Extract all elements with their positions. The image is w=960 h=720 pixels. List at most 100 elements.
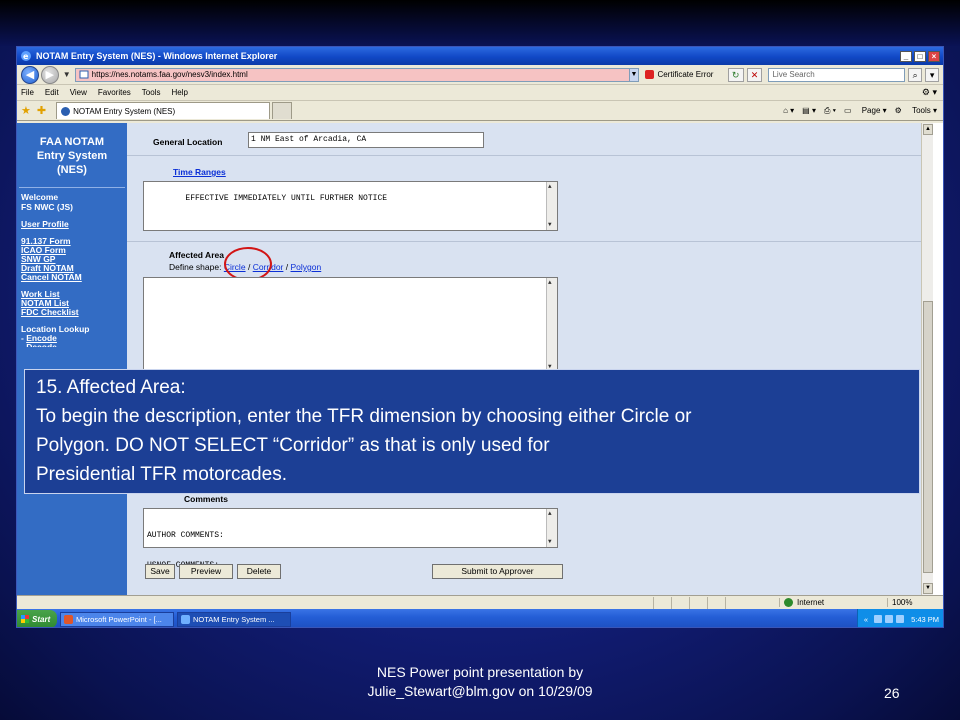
toolbar-extra-icon[interactable]: ⚙ ▾ <box>922 87 937 98</box>
security-zone: Internet <box>779 598 887 607</box>
search-icon[interactable]: ⌕ <box>908 67 923 82</box>
tray-icon[interactable] <box>896 615 905 623</box>
stop-icon[interactable]: ✕ <box>746 67 763 82</box>
general-location-label: General Location <box>153 137 223 147</box>
forward-button[interactable]: ▶ <box>40 65 59 84</box>
windows-flag-icon <box>21 615 29 623</box>
certificate-error-label: Certificate Error <box>657 70 714 79</box>
menu-view[interactable]: View <box>70 88 87 97</box>
sidebar-item-cancel-notam[interactable]: Cancel NOTAM <box>21 273 127 282</box>
page-menu-label: Page <box>861 106 881 115</box>
scroll-down-icon[interactable]: ▼ <box>923 583 933 594</box>
profile-group: User Profile <box>17 220 127 229</box>
shape-polygon-link[interactable]: Polygon <box>291 262 322 272</box>
footer-line-1: NES Power point presentation by <box>376 664 584 680</box>
close-button[interactable]: × <box>928 50 940 62</box>
tab-label: NOTAM Entry System (NES) <box>73 106 176 116</box>
textarea-scrollbar[interactable] <box>546 182 557 230</box>
brand-line-2: Entry System <box>36 150 108 162</box>
powerpoint-icon <box>64 614 73 624</box>
affected-area-textarea[interactable] <box>143 277 558 373</box>
feeds-icon[interactable]: ▤ ▾ <box>802 106 816 115</box>
system-tray: « 5:43 PM <box>856 609 943 627</box>
tray-icon[interactable] <box>874 615 883 623</box>
scroll-up-icon[interactable]: ▲ <box>923 124 933 135</box>
callout-line-2: To begin the description, enter the TFR … <box>36 406 692 427</box>
general-location-input[interactable]: 1 NM East of Arcadia, CA <box>248 132 484 148</box>
search-options-icon[interactable]: ▾ <box>925 67 940 82</box>
url-input[interactable]: https://nes.notams.faa.gov/nesv3/index.h… <box>74 67 630 82</box>
time-ranges-textarea[interactable]: EFFECTIVE IMMEDIATELY UNTIL FURTHER NOTI… <box>143 181 558 231</box>
sidebar-item-user-profile[interactable]: User Profile <box>21 220 127 229</box>
menu-help[interactable]: Help <box>171 88 187 97</box>
zoom-label: 100% <box>892 598 913 607</box>
back-button[interactable]: ◀ <box>21 65 39 84</box>
taskbar-item-nes[interactable]: NOTAM Entry System ... <box>177 611 291 627</box>
search-input[interactable]: Live Search <box>768 67 906 82</box>
url-dropdown-icon[interactable]: ▼ <box>629 67 640 82</box>
home-icon[interactable]: ⌂ ▾ <box>783 106 794 115</box>
menu-favorites[interactable]: Favorites <box>98 88 131 97</box>
minimize-button[interactable]: _ <box>900 50 912 62</box>
status-cell <box>653 596 671 609</box>
user-name: FS NWC (JS) <box>21 202 73 212</box>
status-cell <box>725 596 743 609</box>
menu-file[interactable]: File <box>21 88 34 97</box>
preview-button[interactable]: Preview <box>179 564 233 579</box>
tray-expand-icon[interactable]: « <box>864 615 868 624</box>
start-label: Start <box>32 614 51 624</box>
tools-menu-label: Tools <box>912 106 931 115</box>
lists-group: Work List NOTAM List FDC Checklist <box>17 290 127 317</box>
title-bar: e NOTAM Entry System (NES) - Windows Int… <box>17 47 943 65</box>
tray-icon[interactable] <box>885 615 894 623</box>
add-favorite-icon[interactable]: ✚ <box>37 104 46 117</box>
brand-line-1: FAA NOTAM <box>39 136 105 148</box>
page-scrollbar[interactable]: ▲ ▼ <box>921 123 933 595</box>
slide-number: 26 <box>884 685 900 701</box>
tab-nes[interactable]: NOTAM Entry System (NES) <box>56 102 271 119</box>
comments-textarea[interactable]: AUTHOR COMMENTS: USNOF COMMENTS: <box>143 508 558 570</box>
zoom-control[interactable]: 100% <box>887 598 943 607</box>
encode-row: - Encode <box>21 334 127 343</box>
time-ranges-text: EFFECTIVE IMMEDIATELY UNTIL FURTHER NOTI… <box>185 194 388 203</box>
location-group: Location Lookup - Encode - Decode <box>17 325 127 348</box>
ie-icon: e <box>21 51 31 61</box>
sidebar-item-encode[interactable]: Encode <box>26 333 57 343</box>
affected-area-label: Affected Area <box>169 250 224 260</box>
textarea-scrollbar[interactable] <box>546 509 557 547</box>
shield-error-icon <box>645 70 655 79</box>
globe-icon <box>784 598 793 607</box>
time-ranges-link[interactable]: Time Ranges <box>173 167 226 177</box>
menu-bar: File Edit View Favorites Tools Help ⚙ ▾ <box>17 85 943 101</box>
status-cell <box>689 596 707 609</box>
scrollbar-thumb[interactable] <box>923 301 933 573</box>
refresh-icon[interactable]: ↻ <box>727 67 744 82</box>
taskbar-item-powerpoint[interactable]: Microsoft PowerPoint - [... <box>60 611 174 627</box>
comments-label: Comments <box>184 494 228 504</box>
status-cell <box>671 596 689 609</box>
menu-edit[interactable]: Edit <box>45 88 59 97</box>
submit-to-approver-button[interactable]: Submit to Approver <box>432 564 563 579</box>
page-icon <box>79 70 89 79</box>
save-button[interactable]: Save <box>145 564 175 579</box>
window-title: NOTAM Entry System (NES) - Windows Inter… <box>36 51 278 61</box>
textarea-scrollbar[interactable] <box>546 278 557 372</box>
slide-top-band <box>0 0 960 46</box>
favorites-star-icon[interactable]: ★ <box>21 104 31 117</box>
browser-window: e NOTAM Entry System (NES) - Windows Int… <box>16 46 944 628</box>
menu-tools[interactable]: Tools <box>142 88 161 97</box>
certificate-error-button[interactable]: Certificate Error <box>645 70 724 79</box>
sidebar-item-decode[interactable]: - Decode <box>21 343 127 347</box>
page-menu[interactable]: ▭ Page ▾ <box>844 106 887 115</box>
delete-button[interactable]: Delete <box>237 564 281 579</box>
maximize-button[interactable]: □ <box>914 50 926 62</box>
start-button[interactable]: Start <box>17 610 57 627</box>
url-text: https://nes.notams.faa.gov/nesv3/index.h… <box>91 70 248 79</box>
welcome-label: Welcome <box>21 192 59 202</box>
comments-line-1: AUTHOR COMMENTS: <box>147 531 224 540</box>
tools-menu[interactable]: ⚙ Tools ▾ <box>895 106 937 115</box>
print-icon[interactable]: ⎙ ▾ <box>824 106 836 116</box>
new-tab-button[interactable] <box>272 102 293 119</box>
history-dropdown-icon[interactable]: ▼ <box>63 70 71 79</box>
sidebar-item-fdc-checklist[interactable]: FDC Checklist <box>21 308 127 317</box>
